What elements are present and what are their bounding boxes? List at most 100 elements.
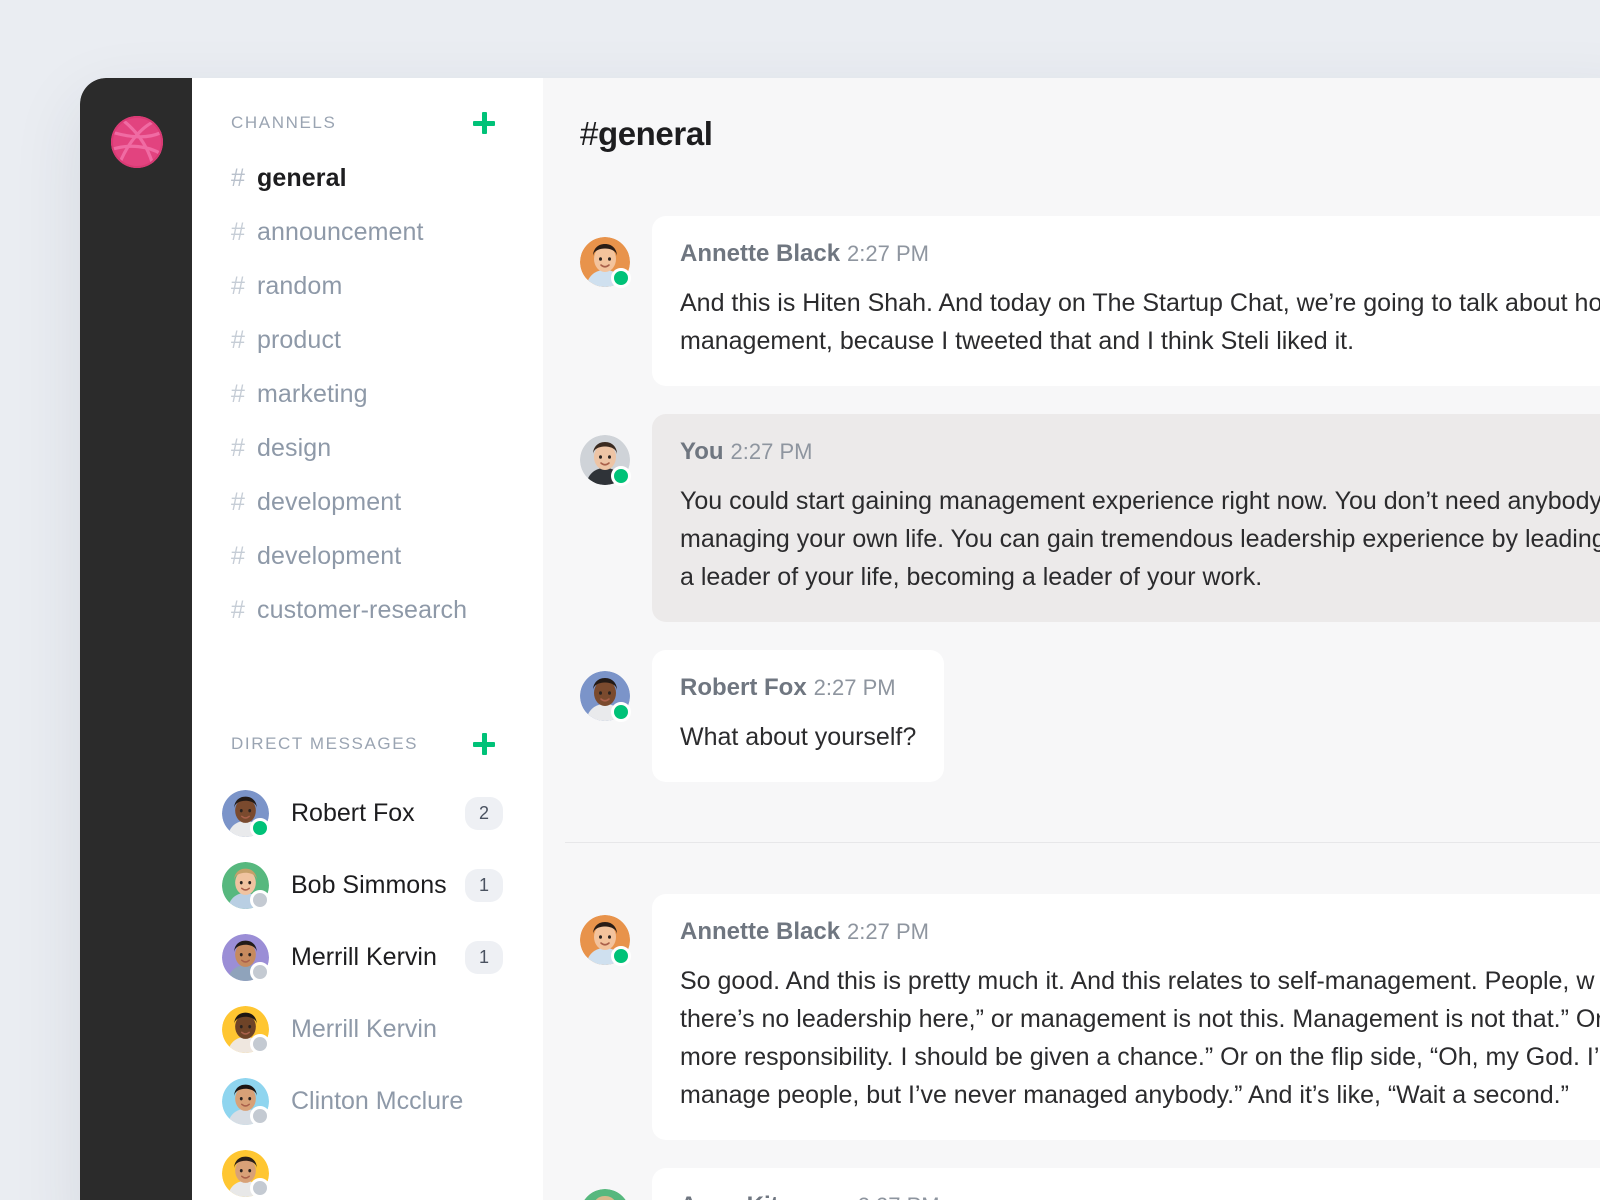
message-time: 2:27 PM (847, 919, 929, 944)
avatar (222, 1149, 270, 1198)
avatar (580, 915, 631, 966)
divider-rule (565, 842, 1600, 843)
message-time: 2:27 PM (847, 241, 929, 266)
day-divider: Today (543, 810, 1600, 874)
sidebar-item-development[interactable]: # development (192, 529, 543, 583)
sidebar-item-development[interactable]: # development (192, 475, 543, 529)
sidebar-item-general[interactable]: # general (192, 151, 543, 205)
avatar (222, 1077, 270, 1126)
avatar (580, 1189, 630, 1200)
dm-item-merrill-kervin[interactable]: Merrill Kervin 1 (192, 921, 543, 993)
dm-name: Merrill Kervin (291, 942, 437, 971)
channel-name: general (597, 115, 713, 152)
channel-label: marketing (257, 379, 368, 408)
message-line: manage people, but I’ve never managed an… (680, 1081, 1569, 1109)
avatar (580, 435, 631, 486)
message-line: And this is Hiten Shah. And today on The… (680, 289, 1600, 317)
sidebar-item-design[interactable]: # design (192, 421, 543, 475)
message-author: Anna Kitamura (680, 1192, 851, 1200)
message-body: And this is Hiten Shah. And today on The… (680, 284, 1600, 360)
dm-name: Bob Simmons (291, 870, 447, 899)
presence-offline-icon (250, 889, 270, 910)
avatar (580, 237, 631, 288)
dm-item[interactable] (192, 1137, 543, 1200)
message-line: a leader of your life, becoming a leader… (680, 563, 1263, 591)
hash-icon: # (231, 379, 245, 408)
message-body: What about yourself? (680, 718, 916, 756)
avatar (222, 789, 270, 838)
message-meta: Anna Kitamura 2:27 PM (680, 1192, 1600, 1200)
dm-item-merrill-kervin[interactable]: Merrill Kervin (192, 993, 543, 1065)
sidebar-item-customer-research[interactable]: # customer-research (192, 583, 543, 637)
sidebar-item-marketing[interactable]: # marketing (192, 367, 543, 421)
message-line: management, because I tweeted that and I… (680, 327, 1355, 355)
hash-icon: # (231, 595, 245, 624)
hash-icon: # (231, 271, 245, 300)
channel-label: development (257, 487, 402, 516)
dm-section: DIRECT MESSAGES Robert Fox 2 Bob Simmons 1 M… (192, 733, 543, 1200)
message-time: 2:27 PM (858, 1193, 940, 1200)
message-author: Robert Fox (680, 674, 807, 701)
presence-online-icon (611, 466, 631, 486)
message: Annette Black 2:27 PM And this is Hiten Sh… (543, 216, 1600, 386)
dm-item-clinton-mcclure[interactable]: Clinton Mcclure (192, 1065, 543, 1137)
channel-label: random (257, 271, 343, 300)
message-meta: Annette Black 2:27 PM (680, 240, 1600, 268)
message: Robert Fox 2:27 PM What about yourself? (543, 650, 1600, 782)
dm-item-robert-fox[interactable]: Robert Fox 2 (192, 777, 543, 849)
channel-label: announcement (257, 217, 424, 246)
sidebar: CHANNELS # general # announcement # random # pr… (192, 78, 543, 1200)
app-rail (80, 78, 192, 1200)
presence-online-icon (611, 946, 631, 966)
sidebar-item-product[interactable]: # product (192, 313, 543, 367)
sidebar-item-random[interactable]: # random (192, 259, 543, 313)
hash-icon: # (231, 541, 245, 570)
hash-icon: # (231, 217, 245, 246)
message-bubble: Anna Kitamura 2:27 PM (652, 1168, 1600, 1200)
dribbble-logo-icon[interactable] (111, 116, 163, 168)
dm-name: Robert Fox (291, 798, 415, 827)
dm-item-bob-simmons[interactable]: Bob Simmons 1 (192, 849, 543, 921)
presence-online-icon (611, 268, 631, 288)
message: Anna Kitamura 2:27 PM (543, 1168, 1600, 1200)
avatar (222, 1005, 270, 1054)
channel-label: general (257, 163, 347, 192)
message-line: more responsibility. I should be given a… (680, 1043, 1600, 1071)
add-dm-button[interactable] (471, 731, 497, 757)
channel-label: customer-research (257, 595, 468, 624)
channel-label: product (257, 325, 342, 354)
channels-section-header: CHANNELS (192, 112, 543, 134)
chat-app-window: CHANNELS # general # announcement # random # pr… (80, 78, 1600, 1200)
message: You 2:27 PM You could start gaining manage… (543, 414, 1600, 622)
presence-offline-icon (250, 961, 270, 982)
message-line: So good. And this is pretty much it. And… (680, 967, 1595, 995)
chat-panel: #general Annette Black 2:27 PM And this is… (543, 78, 1600, 1200)
avatar (222, 933, 270, 982)
channels-section-title: CHANNELS (231, 113, 337, 132)
hash-icon: # (231, 487, 245, 516)
message-list: Annette Black 2:27 PM And this is Hiten Sh… (543, 190, 1600, 1200)
message-bubble: Robert Fox 2:27 PM What about yourself? (652, 650, 945, 782)
message-line: there’s no leadership here,” or manageme… (680, 1005, 1600, 1033)
message-meta: You 2:27 PM (680, 438, 1600, 466)
message-time: 2:27 PM (730, 439, 813, 464)
hash-icon: # (231, 433, 245, 462)
app-root: CHANNELS # general # announcement # random # pr… (0, 0, 1600, 1200)
dm-name: Merrill Kervin (291, 1014, 437, 1043)
add-channel-button[interactable] (471, 110, 497, 136)
unread-badge: 1 (465, 868, 503, 902)
presence-offline-icon (250, 1033, 270, 1054)
message-line: managing your own life. You can gain tre… (680, 525, 1600, 553)
sidebar-item-announcement[interactable]: # announcement (192, 205, 543, 259)
page-title: #general (580, 115, 713, 153)
message-line: What about yourself? (680, 723, 917, 751)
message-body: So good. And this is pretty much it. And… (680, 962, 1600, 1114)
chat-header: #general (543, 78, 1600, 190)
unread-badge: 1 (465, 940, 503, 974)
presence-offline-icon (250, 1177, 270, 1198)
presence-online-icon (250, 817, 270, 838)
message-line: You could start gaining management exper… (680, 487, 1600, 515)
message-bubble: Annette Black 2:27 PM So good. And this is… (652, 894, 1600, 1140)
dm-list: Robert Fox 2 Bob Simmons 1 Merrill Kervin 1 Me… (192, 777, 543, 1200)
message-author: Annette Black (680, 240, 841, 267)
